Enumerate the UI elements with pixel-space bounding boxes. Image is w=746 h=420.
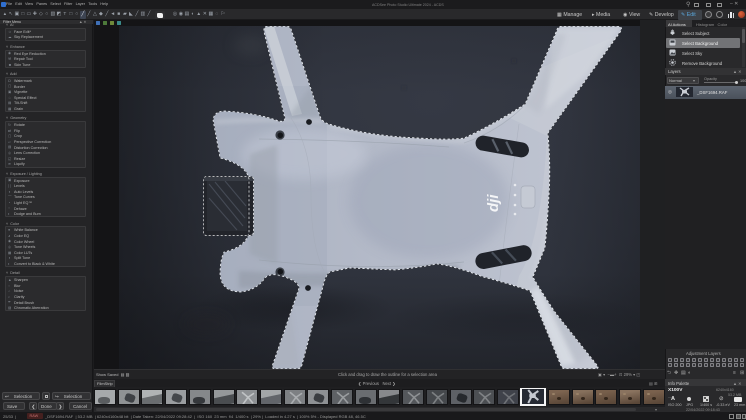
svg-text:dji: dji [485, 194, 502, 212]
